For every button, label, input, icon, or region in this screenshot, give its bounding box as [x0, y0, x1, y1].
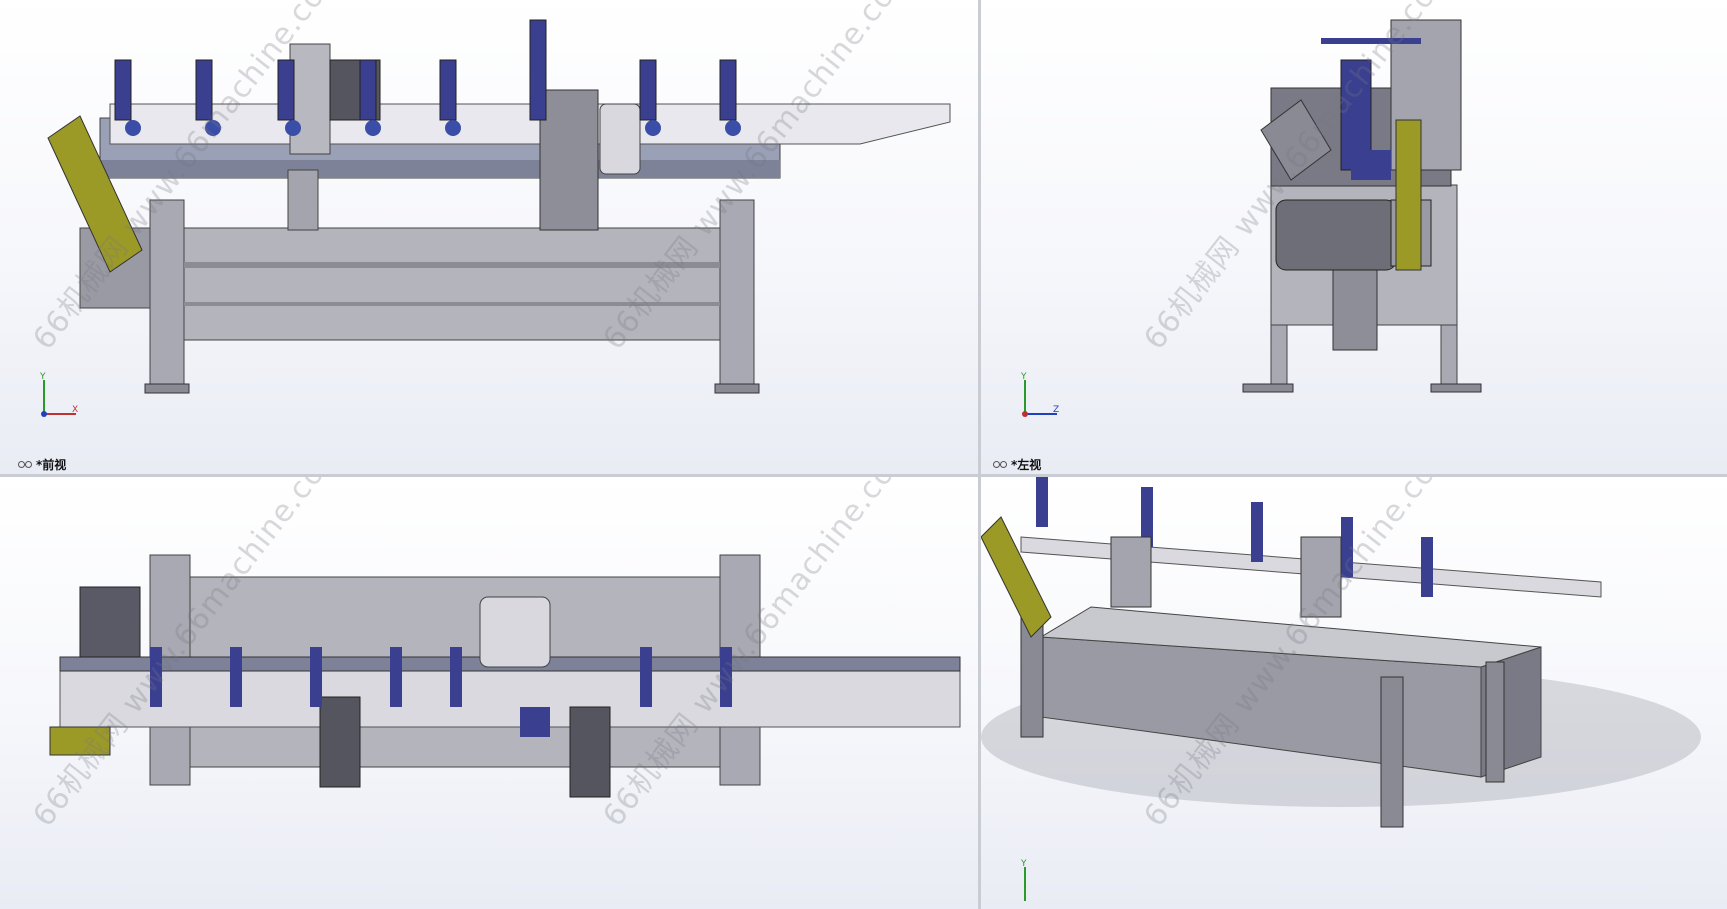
- front-view-model: [47, 19, 951, 394]
- glasses-icon: [18, 461, 32, 468]
- glasses-icon: [993, 461, 1007, 468]
- svg-text:Z: Z: [1053, 405, 1059, 415]
- svg-text:Y: Y: [1020, 859, 1027, 869]
- coordinate-triad-icon: Y Z: [1020, 372, 1059, 417]
- viewport-isometric[interactable]: Y 66机械网 www.66machine.com: [981, 477, 1727, 909]
- viewport-left[interactable]: Y Z *左视 66机械网 www.66machine.com: [981, 0, 1727, 474]
- view-label-front[interactable]: *前视: [18, 456, 66, 473]
- view-label-left[interactable]: *左视: [993, 456, 1041, 473]
- coordinate-triad-icon: Y: [1020, 859, 1027, 901]
- viewport-divider-horizontal[interactable]: [0, 474, 1727, 477]
- coordinate-triad-icon: Y X: [39, 372, 78, 417]
- svg-text:Y: Y: [39, 372, 46, 382]
- view-label-left-text: *左视: [1011, 458, 1042, 472]
- viewport-front[interactable]: Y X *前视 66机械网 www.66machine.com 66机械网 ww…: [0, 0, 978, 474]
- svg-text:Y: Y: [1020, 372, 1027, 382]
- viewport-top[interactable]: 66机械网 www.66machine.com 66机械网 www.66mach…: [0, 477, 978, 909]
- viewport-divider-vertical[interactable]: [978, 0, 981, 909]
- isometric-view-model: [981, 477, 1701, 828]
- left-view-model: [1242, 19, 1482, 393]
- svg-text:X: X: [72, 405, 78, 415]
- view-label-front-text: *前视: [36, 458, 67, 472]
- top-view-model: [49, 554, 961, 798]
